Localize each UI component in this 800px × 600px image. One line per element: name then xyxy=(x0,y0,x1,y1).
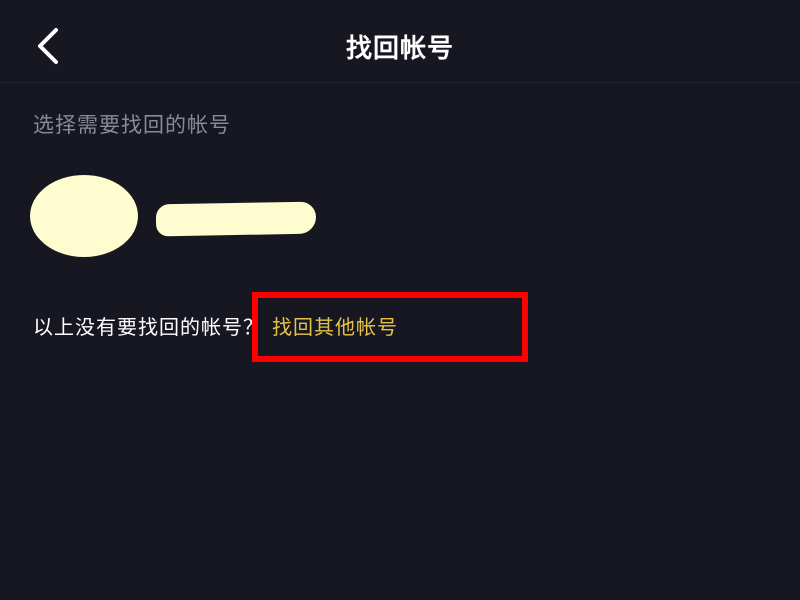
top-nav-bar: 找回帐号 xyxy=(0,0,800,83)
recover-other-account-link[interactable]: 找回其他帐号 xyxy=(272,315,398,339)
avatar xyxy=(30,175,138,257)
recover-other-prompt: 以上没有要找回的帐号？ 找回其他帐号 xyxy=(33,311,398,340)
section-label: 选择需要找回的帐号 xyxy=(33,113,231,137)
account-list-item[interactable] xyxy=(0,160,800,270)
account-name-redacted xyxy=(155,201,317,237)
no-account-question: 以上没有要找回的帐号？ xyxy=(33,315,264,339)
page-title: 找回帐号 xyxy=(345,34,454,64)
